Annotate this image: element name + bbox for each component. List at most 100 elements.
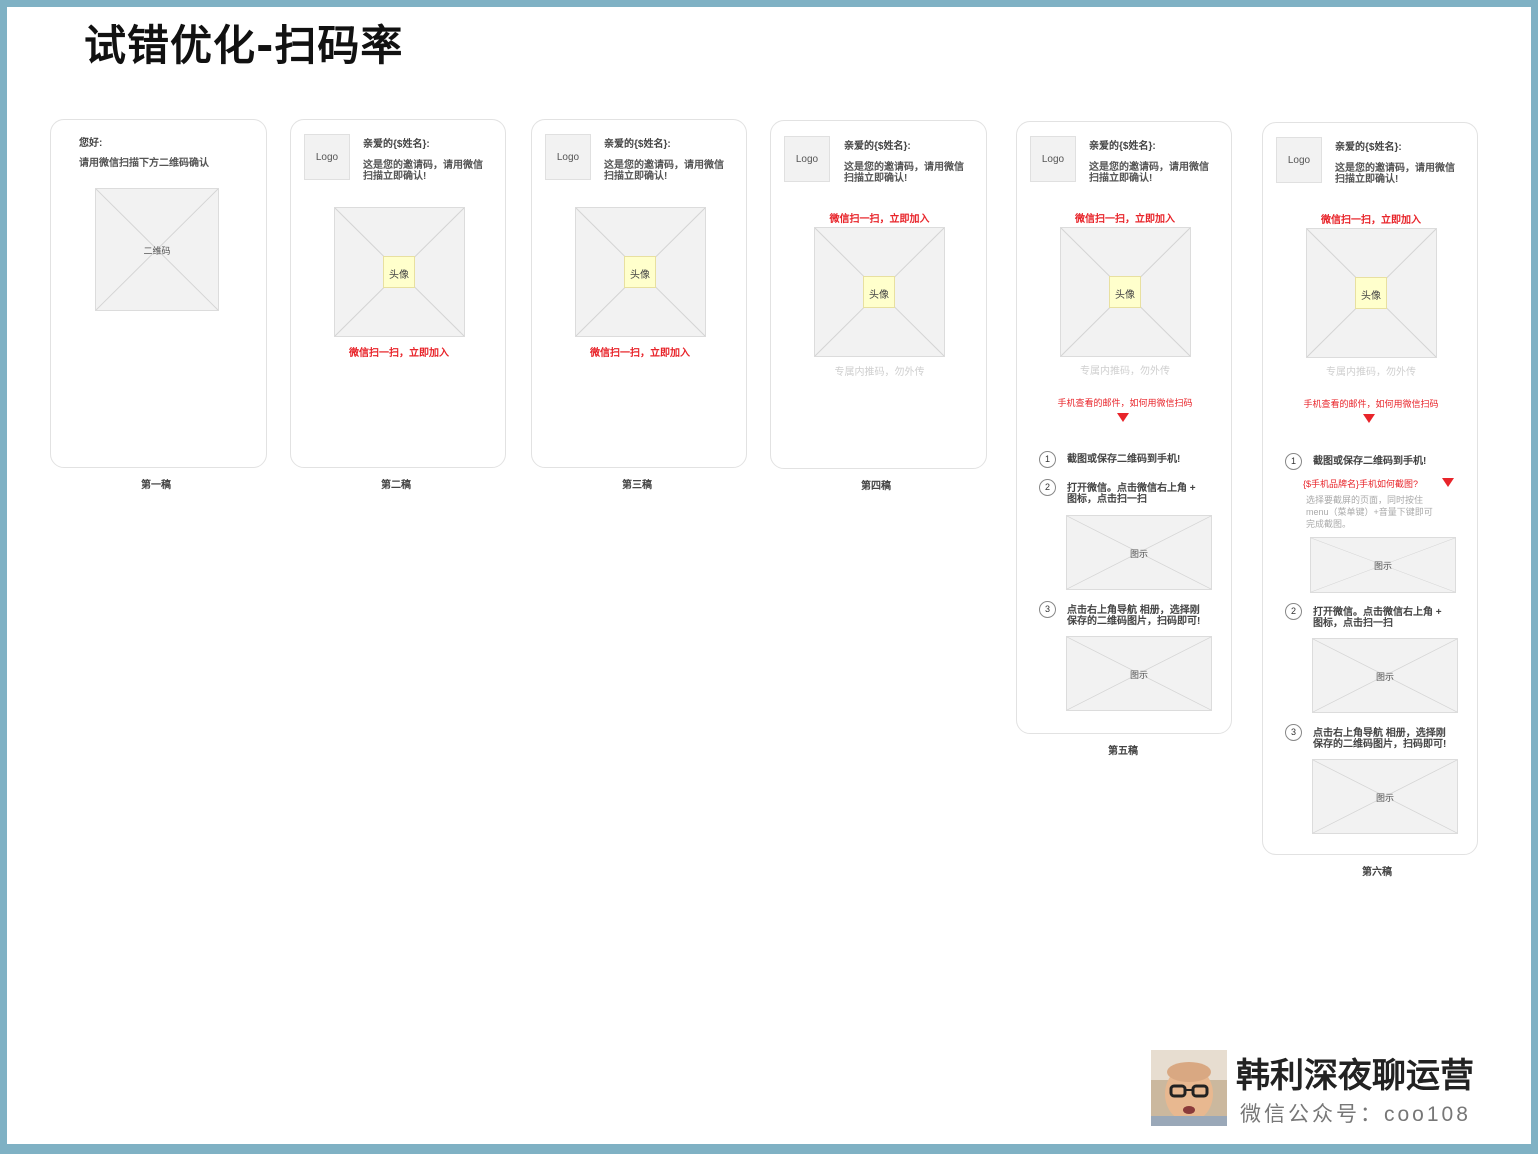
brand-hint-line-2: menu（菜单键）+音量下键即可 [1306, 507, 1433, 517]
draft-card-4: Logo 亲爱的{$姓名}: 这是您的邀请码，请用微信 扫描立即确认! 微信扫一… [770, 120, 987, 469]
illustration-label: 图示 [1373, 561, 1392, 571]
logo-placeholder: Logo [1030, 136, 1076, 182]
illustration-label: 图示 [1129, 669, 1148, 680]
greeting-text: 您好: [79, 138, 103, 149]
invite-text-line-1: 这是您的邀请码，请用微信 [1089, 162, 1209, 173]
instruction-text: 请用微信扫描下方二维码确认 [79, 158, 209, 169]
step-3-text-line-2: 保存的二维码图片，扫码即可! [1067, 616, 1201, 627]
illustration-placeholder: 图示 [1312, 638, 1458, 713]
avatar-placeholder: 头像 [863, 276, 895, 308]
scan-join-text: 微信扫一扫，立即加入 [1321, 215, 1421, 226]
invite-text-line-1: 这是您的邀请码，请用微信 [604, 160, 724, 171]
step-number-1: 1 [1039, 451, 1056, 468]
illustration-label: 图示 [1375, 792, 1394, 803]
step-number-3: 3 [1285, 724, 1302, 741]
dear-text: 亲爱的{$姓名}: [844, 141, 911, 152]
caption-draft-2: 第二稿 [381, 480, 411, 491]
qr-placeholder: 头像 [1306, 228, 1437, 358]
caption-draft-4: 第四稿 [861, 481, 891, 492]
step-number-1: 1 [1285, 453, 1302, 470]
avatar-label: 头像 [1115, 290, 1135, 301]
caption-draft-1: 第一稿 [141, 480, 171, 491]
step-2-text-line-2: 图标，点击扫一扫 [1067, 494, 1147, 505]
step-3-text-line-2: 保存的二维码图片，扫码即可! [1313, 739, 1447, 750]
scan-join-text: 微信扫一扫，立即加入 [1075, 214, 1175, 225]
caption-draft-6: 第六稿 [1362, 867, 1392, 878]
invite-text-line-2: 扫描立即确认! [1089, 173, 1153, 184]
invite-text-line-2: 扫描立即确认! [363, 171, 427, 182]
draft-card-6: Logo 亲爱的{$姓名}: 这是您的邀请码，请用微信 扫描立即确认! 微信扫一… [1262, 122, 1478, 855]
scan-join-text: 微信扫一扫，立即加入 [829, 214, 930, 225]
dear-text: 亲爱的{$姓名}: [363, 139, 430, 150]
step-2-text-line-1: 打开微信。点击微信右上角 + [1313, 607, 1442, 618]
avatar-label: 头像 [869, 290, 889, 301]
down-arrow-icon [1363, 414, 1375, 423]
illustration-placeholder: 图示 [1066, 636, 1212, 711]
invite-text-line-2: 扫描立即确认! [844, 173, 908, 184]
illustration-label: 图示 [1375, 671, 1394, 682]
avatar-placeholder: 头像 [624, 256, 656, 288]
invite-text-line-1: 这是您的邀请码，请用微信 [1335, 163, 1455, 174]
invite-text-line-2: 扫描立即确认! [604, 171, 668, 182]
avatar-placeholder: 头像 [1109, 276, 1141, 308]
invite-text-line-2: 扫描立即确认! [1335, 174, 1399, 185]
step-3-text-line-1: 点击右上角导航 相册，选择刚 [1067, 605, 1200, 616]
illustration-placeholder: 图示 [1066, 515, 1212, 590]
step-number-2: 2 [1285, 603, 1302, 620]
illustration-label: 图示 [1129, 548, 1148, 559]
draft-card-5: Logo 亲爱的{$姓名}: 这是您的邀请码，请用微信 扫描立即确认! 微信扫一… [1016, 121, 1232, 734]
logo-label: Logo [795, 154, 819, 165]
qr-placeholder: 二维码 [95, 188, 219, 311]
step-1-text: 截图或保存二维码到手机! [1067, 454, 1181, 465]
step-3-text-line-1: 点击右上角导航 相册，选择刚 [1313, 728, 1446, 739]
illustration-placeholder: 图示 [1312, 759, 1458, 834]
qr-label: 二维码 [143, 245, 171, 256]
qr-placeholder: 头像 [575, 207, 706, 337]
qr-placeholder: 头像 [1060, 227, 1191, 357]
scan-join-text: 微信扫一扫，立即加入 [349, 348, 449, 359]
step-1-text: 截图或保存二维码到手机! [1313, 456, 1427, 467]
brand-howto-text: {$手机品牌名}手机如何截图? [1303, 479, 1419, 489]
invite-text-line-1: 这是您的邀请码，请用微信 [844, 162, 964, 173]
step-number-3: 3 [1039, 601, 1056, 618]
author-photo [1151, 1050, 1227, 1126]
avatar-label: 头像 [630, 270, 650, 281]
author-subtitle: 微信公众号：coo108 [1240, 1103, 1471, 1126]
author-photo-illustration [1151, 1050, 1227, 1126]
logo-label: Logo [315, 152, 339, 163]
exclusive-note: 专属内推码，勿外传 [834, 367, 925, 378]
draft-card-2: Logo 亲爱的{$姓名}: 这是您的邀请码，请用微信 扫描立即确认! 头像 微… [290, 119, 506, 468]
qr-placeholder: 头像 [814, 227, 945, 357]
logo-label: Logo [1041, 154, 1065, 165]
step-2-text-line-2: 图标，点击扫一扫 [1313, 618, 1393, 629]
logo-placeholder: Logo [1276, 137, 1322, 183]
illustration-placeholder: 图示 [1310, 537, 1456, 593]
down-arrow-icon [1442, 478, 1454, 487]
down-arrow-icon [1117, 413, 1129, 422]
dear-text: 亲爱的{$姓名}: [1089, 141, 1156, 152]
dear-text: 亲爱的{$姓名}: [604, 139, 671, 150]
exclusive-note: 专属内推码，勿外传 [1080, 366, 1170, 377]
logo-placeholder: Logo [784, 136, 830, 182]
qr-placeholder: 头像 [334, 207, 465, 337]
step-number-2: 2 [1039, 479, 1056, 496]
page-title: 试错优化-扫码率 [84, 21, 404, 70]
caption-draft-3: 第三稿 [622, 480, 652, 491]
author-name: 韩利深夜聊运营 [1236, 1056, 1474, 1096]
avatar-placeholder: 头像 [383, 256, 415, 288]
logo-placeholder: Logo [545, 134, 591, 180]
scan-join-text: 微信扫一扫，立即加入 [590, 348, 690, 359]
brand-hint-line-1: 选择要截屏的页面，同时按住 [1306, 495, 1424, 505]
logo-placeholder: Logo [304, 134, 350, 180]
avatar-label: 头像 [1361, 291, 1381, 302]
caption-draft-5: 第五稿 [1108, 746, 1138, 757]
logo-label: Logo [556, 152, 580, 163]
step-2-text-line-1: 打开微信。点击微信右上角 + [1067, 483, 1196, 494]
draft-card-1: 您好: 请用微信扫描下方二维码确认 二维码 [50, 119, 267, 468]
logo-label: Logo [1287, 155, 1311, 166]
avatar-placeholder: 头像 [1355, 277, 1387, 309]
dear-text: 亲爱的{$姓名}: [1335, 142, 1402, 153]
draft-card-3: Logo 亲爱的{$姓名}: 这是您的邀请码，请用微信 扫描立即确认! 头像 微… [531, 119, 747, 468]
avatar-label: 头像 [389, 270, 409, 281]
invite-text-line-1: 这是您的邀请码，请用微信 [363, 160, 483, 171]
